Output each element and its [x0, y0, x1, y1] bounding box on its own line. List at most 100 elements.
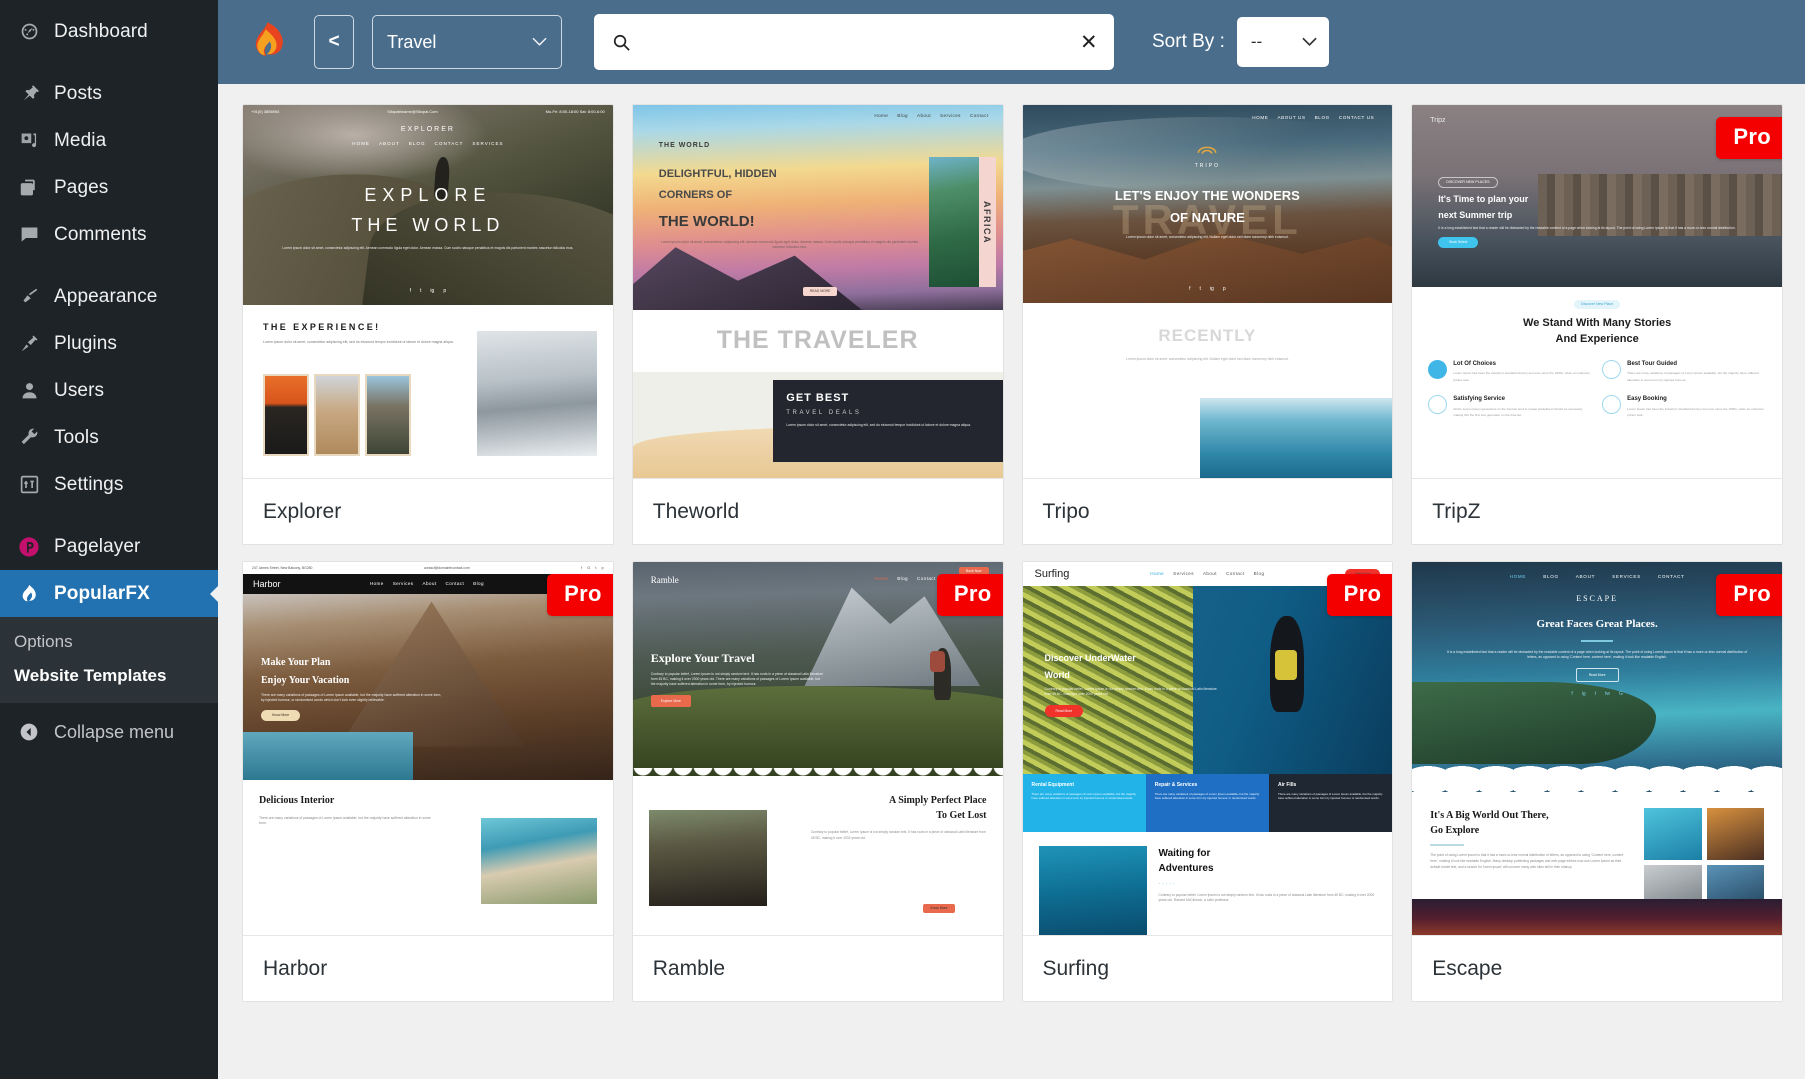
- preview-nav-link: HOME: [1252, 115, 1269, 120]
- popularfx-flame-logo: [240, 20, 294, 64]
- preview-social-icons: f t ig p: [1189, 286, 1226, 293]
- category-select[interactable]: Travel: [372, 15, 562, 69]
- preview-section-image: [1038, 846, 1147, 935]
- preview-nav-link: Blog: [897, 576, 909, 581]
- preview-section-image: [480, 818, 597, 904]
- preview-nav-link: About: [1202, 570, 1217, 576]
- preview-topbar-email: contact@domainfrcontact.com: [423, 565, 470, 570]
- preview-feature-title: Repair & Services: [1154, 782, 1198, 788]
- preview-section-subtitle: TRAVEL DEALS: [786, 409, 862, 416]
- clear-search-icon[interactable]: ✕: [1080, 32, 1098, 53]
- template-card[interactable]: Pro HOME BLOG ABOUT SERVICES CONTACT ESC…: [1411, 561, 1783, 1002]
- preview-cta-button: Read More: [1044, 704, 1084, 718]
- preview-feature-body: There are many variations of passages of…: [1627, 370, 1759, 382]
- pro-badge: Pro: [547, 574, 613, 616]
- preview-feature-title: Lot Of Choices: [1453, 360, 1496, 367]
- preview-side-image: [476, 331, 597, 456]
- preview-logo: TRIPO: [1194, 162, 1221, 169]
- preview-feature-title: Best Tour Guided: [1627, 360, 1678, 367]
- preview-nav-link: Contact: [917, 576, 936, 581]
- preview-feature-body: All the Lorem Ipsum generators on the in…: [1453, 406, 1583, 418]
- preview-body: Lorem ipsum dolor sit amet, consectetuer…: [660, 239, 919, 250]
- preview-feature-title: Air Fills: [1278, 782, 1297, 788]
- preview-section: GET BEST TRAVEL DEALS Lorem ipsum dolor …: [632, 372, 1003, 478]
- template-card[interactable]: AFRICA Home Blog About Services Contact: [631, 104, 1004, 545]
- search-box[interactable]: ✕: [594, 14, 1114, 70]
- sidebar-item-dashboard[interactable]: Dashboard: [0, 8, 218, 55]
- preview-section-body: Lorem ipsum dolor sit amet, consectetur …: [786, 422, 971, 427]
- preview-logo: Harbor: [253, 578, 281, 589]
- sidebar-item-media[interactable]: Media: [0, 117, 218, 164]
- preview-nav-link: Services: [940, 113, 961, 118]
- sort-by-select[interactable]: --: [1236, 17, 1329, 67]
- sidebar-item-label: Pages: [54, 176, 109, 198]
- sidebar-item-comments[interactable]: Comments: [0, 211, 218, 258]
- preview-cta-button: Book Select: [1438, 237, 1479, 248]
- template-preview: AFRICA Home Blog About Services Contact: [632, 105, 1003, 478]
- preview-nav-link: ABOUT: [1575, 574, 1596, 579]
- preview-body: It is a long established fact that a rea…: [1447, 649, 1748, 659]
- template-card[interactable]: Pro Ramble Home Blog Contact About: [631, 561, 1004, 1002]
- back-button[interactable]: <: [314, 15, 354, 69]
- sidebar-item-label: Settings: [54, 473, 124, 495]
- preview-hero: Make Your Plan Enjoy Your Vacation There…: [243, 594, 613, 780]
- sidebar-item-users[interactable]: Users: [0, 367, 218, 414]
- template-card[interactable]: +91(0) 3856954 Sitopathname@Sitopal.Com …: [242, 104, 614, 545]
- preview-feature-title: Rental Equipment: [1031, 782, 1075, 788]
- preview-nav-link: Blog: [473, 580, 484, 586]
- preview-section-title: And Experience: [1555, 333, 1639, 346]
- preview-cta-button: Explore More: [650, 694, 691, 708]
- template-card[interactable]: HOME ABOUT US BLOG CONTACT US TRIPO TRAV…: [1021, 104, 1394, 545]
- preview-band-text: THE TRAVELER: [716, 326, 919, 355]
- template-name: TripZ: [1412, 478, 1782, 544]
- preview-cta-button: Read More: [1575, 667, 1619, 683]
- preview-body: Lorem ipsum dolor sit amet, consectetur …: [282, 245, 574, 250]
- template-card[interactable]: Pro 247 James Street, New Balcony, BG280…: [242, 561, 614, 1002]
- preview-nav-link: BLOG: [1314, 115, 1330, 120]
- preview-nav-link: About: [422, 580, 437, 586]
- preview-social-icons: fGtp: [581, 565, 604, 571]
- template-preview: HOME BLOG ABOUT SERVICES CONTACT ESCAPE …: [1412, 562, 1782, 935]
- preview-feature: Easy Booking Lorem Ipsum has been the in…: [1602, 395, 1766, 419]
- preview-feature-title: Satisfying Service: [1453, 396, 1505, 403]
- preview-section-body: Contrary to popular belief, Lorem Ipsum …: [810, 830, 986, 840]
- preview-hero: +91(0) 3856954 Sitopathname@Sitopal.Com …: [243, 105, 613, 305]
- sidebar-item-appearance[interactable]: Appearance: [0, 273, 218, 320]
- sidebar-item-tools[interactable]: Tools: [0, 414, 218, 461]
- preview-section-title: It's A Big World Out There,: [1430, 810, 1549, 821]
- templates-toolbar: < Travel ✕ Sort By : --: [218, 0, 1805, 84]
- template-name: Tripo: [1022, 478, 1393, 544]
- template-card[interactable]: Pro Surfing Home Services About Contact: [1021, 561, 1394, 1002]
- submenu-item-options[interactable]: Options: [0, 625, 218, 659]
- preview-logo: Surfing: [1034, 567, 1070, 580]
- submenu-item-website-templates[interactable]: Website Templates: [0, 659, 218, 693]
- preview-section-title: To Get Lost: [936, 809, 987, 821]
- sidebar-item-settings[interactable]: Settings: [0, 461, 218, 508]
- pin-icon: [12, 83, 46, 104]
- pro-badge: Pro: [936, 574, 1003, 616]
- sidebar-item-pagelayer[interactable]: Pagelayer: [0, 523, 218, 570]
- main-region: < Travel ✕ Sort By : -- +91(0) 3856954 S…: [218, 0, 1805, 1079]
- collapse-menu-button[interactable]: Collapse menu: [0, 709, 218, 755]
- template-name: Surfing: [1022, 935, 1393, 1001]
- preview-feature-body: There are many variations of passages of…: [1278, 791, 1383, 801]
- template-preview: HOME ABOUT US BLOG CONTACT US TRIPO TRAV…: [1022, 105, 1393, 478]
- template-card[interactable]: Pro Tripz DISCOVER NEW PLACES It's Time …: [1411, 104, 1783, 545]
- sidebar-item-posts[interactable]: Posts: [0, 70, 218, 117]
- sidebar-item-plugins[interactable]: Plugins: [0, 320, 218, 367]
- preview-section: Waiting for Adventures ····· Contrary to…: [1022, 832, 1393, 935]
- preview-nav-link: BLOG: [408, 141, 426, 147]
- wrench-icon: [12, 427, 46, 448]
- preview-logo: EXPLORER: [400, 126, 455, 133]
- preview-read-more-button: Know More: [923, 904, 955, 913]
- sidebar-item-popularfx[interactable]: PopularFX: [0, 570, 218, 617]
- preview-nav-link: Home: [874, 576, 889, 581]
- preview-cta-button: Know More: [261, 710, 301, 721]
- preview-nav-link: BLOG: [1543, 574, 1559, 579]
- preview-nav-link: Services: [1173, 570, 1194, 576]
- search-input[interactable]: [642, 32, 1070, 52]
- preview-nav-link: Contact: [1225, 570, 1245, 576]
- preview-footer-band: [1412, 899, 1782, 935]
- sidebar-item-pages[interactable]: Pages: [0, 164, 218, 211]
- preview-tag: Discover New Place: [1574, 300, 1621, 309]
